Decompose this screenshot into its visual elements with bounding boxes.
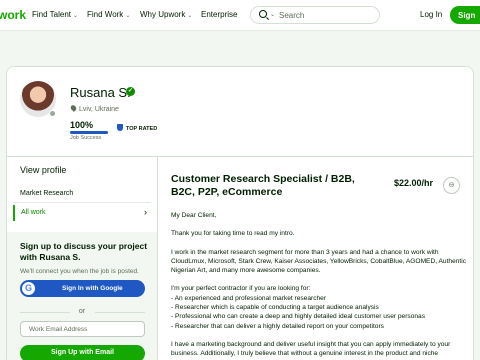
overview-paragraph: I'm your perfect contractor if you are l… — [171, 285, 426, 330]
nav-find-talent-label: Find Talent — [32, 10, 71, 19]
top-rated-label: TOP RATED — [126, 126, 158, 132]
link-icon: ⊖ — [448, 182, 455, 189]
nav-find-work-label: Find Work — [87, 10, 124, 19]
job-success-score: 100% — [70, 120, 94, 130]
verified-icon: ✓ — [126, 87, 135, 96]
job-success-label: Job Success — [70, 135, 102, 141]
top-nav: work Find Talent ⌄ Find Work ⌄ Why Upwork ⌄… — [0, 0, 480, 31]
chevron-down-icon: ⌄ — [125, 13, 131, 19]
profile-name: Rusana S. — [70, 85, 131, 100]
email-field[interactable] — [20, 321, 145, 337]
or-divider: or — [7, 308, 157, 315]
signup-title: Sign up to discuss your project with Rus… — [20, 241, 148, 262]
nav-enterprise[interactable]: Enterprise — [201, 10, 237, 19]
online-status-icon — [49, 110, 56, 117]
sidebar-item-all-work[interactable]: All work › — [13, 205, 151, 221]
search-icon — [259, 10, 267, 18]
overview-paragraph: Thank you for taking time to read my int… — [171, 230, 295, 238]
location-pin-icon — [69, 104, 78, 112]
nav-why-upwork-label: Why Upwork — [140, 10, 186, 19]
email-signup-button[interactable]: Sign Up with Email — [20, 345, 145, 360]
nav-find-work[interactable]: Find Work ⌄ — [87, 10, 130, 19]
signup-subtitle: We'll connect you when the job is posted… — [20, 268, 139, 275]
chevron-right-icon: › — [144, 207, 147, 217]
chevron-down-icon: ⌄ — [187, 13, 193, 19]
google-icon: G — [22, 282, 35, 295]
login-link[interactable]: Log In — [420, 10, 442, 19]
profile-card: Rusana S. ✓ Lviv, Ukraine 100% Job Succe… — [6, 66, 474, 360]
overview-paragraph: I work in the market research segment fo… — [171, 248, 467, 275]
job-success-bar-fill — [70, 131, 108, 134]
divider — [13, 202, 151, 203]
hourly-rate: $22.00/hr — [394, 178, 434, 188]
chevron-down-icon[interactable]: ⌄ — [270, 11, 275, 18]
upwork-logo[interactable]: work — [0, 8, 26, 22]
copy-link-button[interactable]: ⊖ — [443, 177, 460, 194]
search-input[interactable] — [279, 9, 374, 21]
divider — [7, 156, 473, 157]
sidebar-item-label: All work — [21, 209, 46, 216]
job-success-bar — [70, 131, 108, 134]
signup-button[interactable]: Sign — [450, 6, 480, 24]
nav-why-upwork[interactable]: Why Upwork ⌄ — [140, 10, 192, 19]
divider — [157, 156, 158, 360]
nav-find-talent[interactable]: Find Talent ⌄ — [32, 10, 78, 19]
google-signin-label: Sign In with Google — [62, 285, 123, 292]
overview-paragraph: I have a marketing background and delive… — [171, 340, 451, 358]
overview-paragraph: My Dear Client, — [171, 212, 217, 219]
sidebar-item-market-research[interactable]: Market Research — [20, 190, 73, 197]
profile-location: Lviv, Ukraine — [69, 104, 119, 113]
profile-headline: Customer Research Specialist / B2B, B2C,… — [171, 173, 355, 198]
profile-overview: My Dear Client, Thank you for taking tim… — [171, 211, 467, 360]
google-signin-button[interactable]: G Sign In with Google — [20, 280, 145, 297]
shield-icon — [117, 124, 123, 131]
view-profile-heading: View profile — [20, 165, 67, 175]
signup-panel: Sign up to discuss your project with Rus… — [7, 232, 157, 360]
chevron-down-icon: ⌄ — [73, 13, 79, 19]
search-bar[interactable]: ⌄ — [250, 6, 380, 24]
top-rated-badge: TOP RATED — [117, 124, 157, 132]
location-text: Lviv, Ukraine — [79, 106, 119, 113]
